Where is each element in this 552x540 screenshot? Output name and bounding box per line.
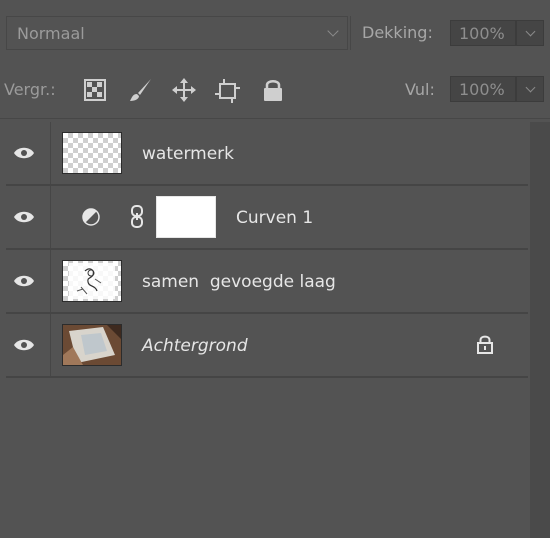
- chevron-down-icon: [525, 82, 536, 93]
- fill-input[interactable]: 100%: [450, 76, 516, 102]
- layer-name[interactable]: samen gevoegde laag: [142, 272, 336, 292]
- layer-row[interactable]: samen gevoegde laag: [6, 250, 528, 314]
- layer-row[interactable]: Achtergrond: [6, 314, 528, 378]
- adjustment-layer-icon: [82, 208, 100, 226]
- lock-all-icon[interactable]: [262, 78, 284, 106]
- layer-lock-icon: [477, 335, 493, 354]
- layer-row[interactable]: watermerk: [6, 122, 528, 186]
- photo-thumbnail-image: [63, 325, 121, 365]
- chevron-down-icon: [327, 25, 339, 37]
- fill-label: Vul:: [405, 80, 435, 99]
- visibility-toggle[interactable]: [6, 186, 51, 248]
- fill-dropdown-button[interactable]: [516, 76, 544, 102]
- lock-paint-icon[interactable]: [128, 77, 154, 107]
- divider: [0, 118, 550, 119]
- opacity-label: Dekking:: [362, 23, 433, 42]
- divider: [350, 16, 351, 50]
- eye-icon: [14, 147, 34, 159]
- lock-position-icon[interactable]: [171, 77, 197, 107]
- visibility-toggle[interactable]: [6, 122, 51, 184]
- blend-mode-value: Normaal: [17, 23, 85, 43]
- sketch-thumbnail-image: [69, 263, 115, 299]
- layer-row[interactable]: Curven 1: [6, 186, 528, 250]
- chevron-down-icon: [525, 26, 536, 37]
- layer-name[interactable]: watermerk: [142, 144, 234, 164]
- opacity-input[interactable]: 100%: [450, 20, 516, 46]
- layers-panel: Normaal Dekking: 100% Vergr.: Vul: 100% …: [0, 0, 552, 540]
- visibility-toggle[interactable]: [6, 250, 51, 312]
- layers-list: watermerk Curven 1 samen gevoegde laag A…: [6, 122, 528, 378]
- scrollbar[interactable]: [530, 122, 550, 538]
- opacity-dropdown-button[interactable]: [516, 20, 544, 46]
- lock-artboard-icon[interactable]: [215, 78, 241, 108]
- layer-name[interactable]: Achtergrond: [142, 336, 248, 356]
- layer-name[interactable]: Curven 1: [236, 208, 313, 228]
- layer-thumbnail[interactable]: [62, 132, 122, 174]
- blend-mode-dropdown[interactable]: Normaal: [6, 16, 348, 50]
- eye-icon: [14, 275, 34, 287]
- layer-thumbnail[interactable]: [62, 324, 122, 366]
- lock-transparency-icon[interactable]: [84, 79, 106, 105]
- layer-mask-thumbnail[interactable]: [156, 196, 216, 238]
- visibility-toggle[interactable]: [6, 314, 51, 376]
- eye-icon: [14, 339, 34, 351]
- link-chain-icon[interactable]: [130, 204, 144, 230]
- layer-thumbnail[interactable]: [62, 260, 122, 302]
- lock-label: Vergr.:: [4, 80, 56, 99]
- eye-icon: [14, 211, 34, 223]
